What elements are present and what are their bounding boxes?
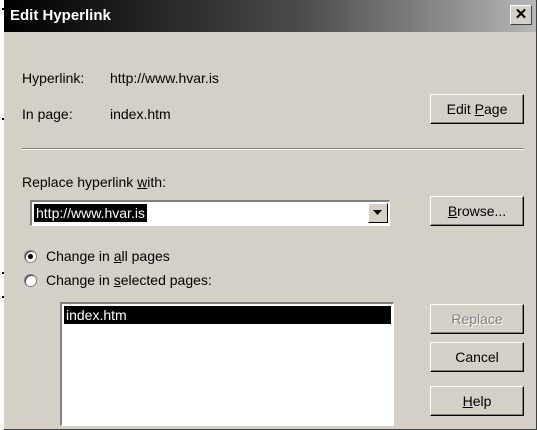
hyperlink-value: http://www.hvar.is xyxy=(110,70,219,86)
help-button[interactable]: Help xyxy=(430,386,524,416)
close-icon: ✕ xyxy=(514,6,528,23)
change-selected-radio[interactable] xyxy=(24,274,37,287)
replace-with-label: Replace hyperlink with: xyxy=(22,174,166,190)
title-bar[interactable]: Edit Hyperlink ✕ xyxy=(4,0,536,32)
replace-label: Replace xyxy=(451,311,503,327)
dropdown-button[interactable] xyxy=(368,203,388,223)
hyperlink-label: Hyperlink: xyxy=(22,70,85,86)
edit-page-button[interactable]: Edit Page xyxy=(430,94,524,124)
change-selected-label: Change in selected pages: xyxy=(46,272,212,288)
help-label: Help xyxy=(462,393,492,409)
edit-hyperlink-dialog: Edit Hyperlink ✕ Hyperlink: http://www.h… xyxy=(4,0,537,430)
cancel-button[interactable]: Cancel xyxy=(430,342,524,372)
change-all-radio[interactable] xyxy=(24,250,37,263)
replace-with-combobox[interactable]: http://www.hvar.is xyxy=(30,200,390,226)
in-page-label: In page: xyxy=(22,106,73,122)
cancel-label: Cancel xyxy=(455,349,499,365)
in-page-value: index.htm xyxy=(110,106,171,122)
separator-highlight xyxy=(22,149,524,150)
edit-page-label: Edit Page xyxy=(446,101,508,117)
pages-listbox[interactable]: index.htm xyxy=(60,302,394,426)
replace-button[interactable]: Replace xyxy=(430,304,524,334)
list-item[interactable]: index.htm xyxy=(64,306,391,324)
browse-button[interactable]: Browse... xyxy=(430,196,524,226)
close-button[interactable]: ✕ xyxy=(510,5,532,25)
replace-with-value: http://www.hvar.is xyxy=(34,204,147,222)
chevron-down-icon xyxy=(373,210,382,215)
dialog-title: Edit Hyperlink xyxy=(10,7,111,24)
change-all-label: Change in all pages xyxy=(46,248,170,264)
browse-label: Browse... xyxy=(447,203,507,219)
